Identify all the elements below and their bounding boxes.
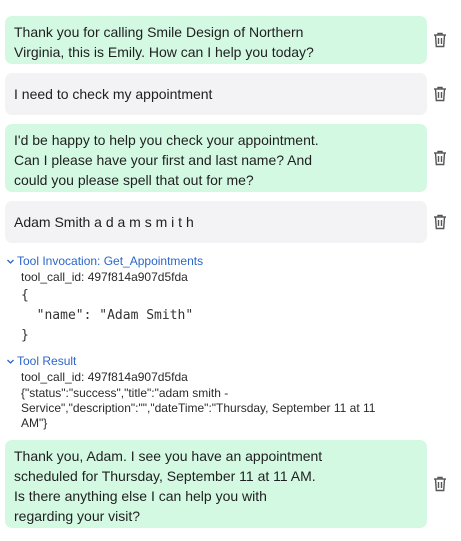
chevron-down-icon (7, 259, 14, 264)
trash-icon[interactable] (432, 85, 448, 103)
message-text: Adam Smith a d a m s m i t h (14, 214, 194, 230)
tool-result-content: {"status":"success","title":"adam smith … (21, 386, 376, 430)
message-assistant-confirmation: Thank you, Adam. I see you have an appoi… (5, 440, 427, 528)
message-text: Thank you for calling Smile Design of No… (14, 24, 314, 60)
tool-result: Tool Result tool_call_id: 497f814a907d5f… (6, 354, 386, 431)
message-text: I'd be happy to help you check your appo… (14, 132, 319, 188)
message-assistant-greeting: Thank you for calling Smile Design of No… (5, 16, 427, 64)
message-text: Thank you, Adam. I see you have an appoi… (14, 448, 323, 524)
trash-icon[interactable] (432, 149, 448, 167)
message-assistant-ask-name: I'd be happy to help you check your appo… (5, 124, 427, 192)
message-user-name: Adam Smith a d a m s m i t h (5, 201, 427, 243)
tool-call-id: tool_call_id: 497f814a907d5fda (21, 370, 188, 384)
message-text: I need to check my appointment (14, 86, 213, 102)
tool-invocation-toggle[interactable]: Tool Invocation: Get_Appointments (6, 254, 386, 268)
trash-icon[interactable] (432, 475, 448, 493)
trash-icon[interactable] (432, 31, 448, 49)
tool-result-label: Tool Result (17, 354, 77, 368)
chevron-down-icon (7, 359, 14, 364)
tool-call-id: tool_call_id: 497f814a907d5fda (21, 270, 188, 284)
trash-icon[interactable] (432, 213, 448, 231)
tool-arguments: { "name": "Adam Smith" } (21, 288, 194, 343)
tool-invocation-label: Tool Invocation: Get_Appointments (17, 254, 204, 268)
tool-invocation: Tool Invocation: Get_Appointments tool_c… (6, 254, 386, 346)
message-user-request: I need to check my appointment (5, 73, 427, 115)
tool-result-toggle[interactable]: Tool Result (6, 354, 386, 368)
